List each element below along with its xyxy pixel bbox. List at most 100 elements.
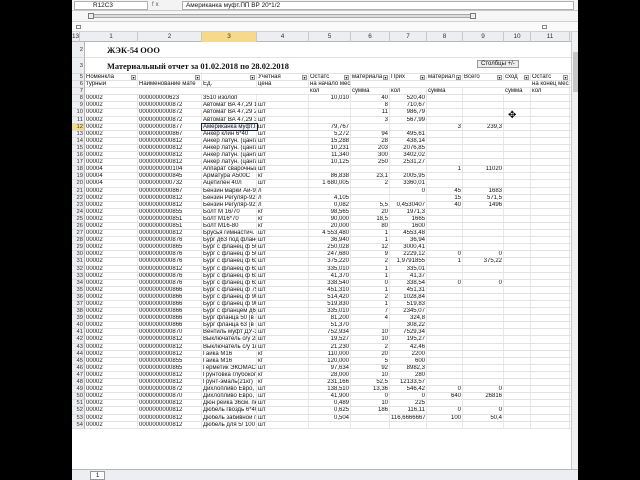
cell-c12[interactable]: кол xyxy=(531,88,570,95)
cell-c1[interactable]: 00002 xyxy=(85,251,138,258)
row-header-36[interactable]: 36 xyxy=(72,294,84,301)
cell-c9[interactable] xyxy=(463,265,504,272)
cell-c6[interactable]: 52,5 xyxy=(351,379,390,386)
cell-c2[interactable]: 0000000000866 xyxy=(138,293,202,300)
cell-c3[interactable]: Выключатель с/у 1кл xyxy=(202,343,257,350)
cell-c8[interactable] xyxy=(427,357,463,364)
cell-c1[interactable]: 00004 xyxy=(85,173,138,180)
cell-c5[interactable]: 514,420 xyxy=(309,293,351,300)
column-header-8[interactable]: 8 xyxy=(427,32,463,42)
cell-c1[interactable]: 00002 xyxy=(85,343,138,350)
cell-c9[interactable] xyxy=(463,144,504,152)
cell-c2[interactable]: 0000000000812 xyxy=(138,421,202,428)
cell-c7[interactable]: 567,99 xyxy=(390,116,427,123)
cell-c10[interactable] xyxy=(504,379,531,386)
scroll-thumb[interactable] xyxy=(573,52,578,92)
cell-c1[interactable]: 00002 xyxy=(85,293,138,300)
cell-c7[interactable]: 546,42 xyxy=(390,386,427,393)
cell-c4[interactable]: шт xyxy=(257,159,309,166)
cell-c8[interactable] xyxy=(427,343,463,350)
cell-c6[interactable] xyxy=(351,123,390,130)
cell-c11[interactable] xyxy=(531,251,570,258)
column-header-7[interactable]: 7 xyxy=(390,32,427,42)
cell-c7[interactable]: 4553,48 xyxy=(390,230,427,237)
column-header-10[interactable]: 10 xyxy=(504,32,531,42)
cell-c7[interactable]: 2345,07 xyxy=(390,308,427,315)
cell-c7[interactable]: 986,79 xyxy=(390,109,427,116)
cell-c11[interactable] xyxy=(531,265,570,272)
cell-c3[interactable]: Аппарат сварочный А xyxy=(202,166,257,173)
row-header-7[interactable]: 7 xyxy=(72,88,84,96)
cell-c2[interactable]: 0000000000812 xyxy=(138,194,202,201)
cell-c3[interactable]: Бург фланца 63 (в ко xyxy=(202,322,257,329)
cell-c10[interactable] xyxy=(504,244,531,251)
cell-c5[interactable] xyxy=(309,102,351,109)
cell-c1[interactable]: 00002 xyxy=(85,279,138,286)
row-header-48[interactable]: 48 xyxy=(72,379,84,387)
cell-c7[interactable]: 1971,3 xyxy=(390,208,427,215)
filter-dropdown-icon[interactable]: ▾ xyxy=(250,75,255,80)
cell-c8[interactable]: 640 xyxy=(427,393,463,400)
cell-c1[interactable]: 00002 xyxy=(85,137,138,144)
cell-c3[interactable]: Бензин марки Аи-92-К xyxy=(202,187,257,194)
cell-c9[interactable]: 0 xyxy=(463,386,504,393)
cell-c3[interactable]: Бург фланца 50 (в ко xyxy=(202,315,257,322)
cell-c2[interactable]: 0000000000872 xyxy=(138,116,202,123)
cell-c5[interactable]: 250,028 xyxy=(309,244,351,251)
cell-c7[interactable]: 0 xyxy=(390,187,427,194)
cell-c7[interactable]: 338,54 xyxy=(390,279,427,286)
cell-c4[interactable]: шт xyxy=(257,237,309,244)
cell-c3[interactable]: 3510 изолоп xyxy=(202,95,257,102)
cell-c3[interactable]: Дюбель забивной грiг xyxy=(202,414,257,421)
cell-c7[interactable] xyxy=(390,194,427,201)
cell-c5[interactable] xyxy=(309,166,351,173)
cell-c4[interactable]: шт xyxy=(257,279,309,286)
cell-c6[interactable]: 10 xyxy=(351,329,390,336)
cell-c9[interactable] xyxy=(463,116,504,123)
cell-c9[interactable] xyxy=(463,159,504,166)
cell-c11[interactable] xyxy=(531,173,570,180)
cell-c6[interactable]: 13,36 xyxy=(351,386,390,393)
cell-c6[interactable]: 2 xyxy=(351,293,390,300)
column-header-13[interactable]: 13 xyxy=(72,32,81,42)
cell-c7[interactable]: 324,8 xyxy=(390,315,427,322)
cell-c5[interactable]: 20,000 xyxy=(309,222,351,230)
cell-c7[interactable]: 1028,84 xyxy=(390,293,427,300)
row-header-53[interactable]: 53 xyxy=(72,415,84,422)
cell-c2[interactable]: 0000000000104 xyxy=(138,166,202,173)
row-header-18[interactable]: 18 xyxy=(72,166,84,174)
group-end-handle[interactable] xyxy=(470,13,476,19)
cell-c7[interactable]: 2005,95 xyxy=(390,173,427,180)
cell-c2[interactable]: 0000000000812 xyxy=(138,230,202,237)
cell-c4[interactable]: шт xyxy=(257,400,309,407)
cell-c6[interactable]: 12 xyxy=(351,244,390,251)
cell-c10[interactable] xyxy=(504,95,531,102)
cell-c4[interactable]: шт xyxy=(257,258,309,265)
cell-c4[interactable]: шт xyxy=(257,230,309,237)
row-header-37[interactable]: 37 xyxy=(72,301,84,309)
cell-c11[interactable] xyxy=(531,123,570,130)
cell-c10[interactable] xyxy=(504,315,531,322)
cell-c9[interactable]: сумма xyxy=(427,88,463,95)
cell-c8[interactable] xyxy=(427,130,463,137)
cell-c4[interactable]: шт xyxy=(257,152,309,159)
cell-c7[interactable]: 116,11 xyxy=(390,407,427,414)
cell-c3[interactable]: Наименование мате xyxy=(138,81,202,88)
cell-c1[interactable]: 00002 xyxy=(85,237,138,244)
cell-c1[interactable]: 00002 xyxy=(85,109,138,116)
cell-c5[interactable]: 0,504 xyxy=(309,414,351,421)
cell-c5[interactable]: 0,489 xyxy=(309,400,351,407)
cell-c11[interactable] xyxy=(531,230,570,237)
cell-c5[interactable]: 90,000 xyxy=(309,215,351,222)
cell-c8[interactable] xyxy=(427,272,463,279)
cell-c2[interactable]: 0000000000812 xyxy=(138,379,202,386)
cell-c9[interactable] xyxy=(463,109,504,116)
cell-c1[interactable]: 00002 xyxy=(85,272,138,279)
cell-c3[interactable]: Анкер клин 6*40 xyxy=(202,130,257,137)
row-header-30[interactable]: 30 xyxy=(72,251,84,259)
cell-c9[interactable]: 1496 xyxy=(463,201,504,208)
cell-c7[interactable]: 3360,01 xyxy=(390,180,427,187)
row-header-35[interactable]: 35 xyxy=(72,287,84,294)
cell-c4[interactable]: Ед. xyxy=(202,81,257,88)
cell-c8[interactable] xyxy=(427,350,463,357)
